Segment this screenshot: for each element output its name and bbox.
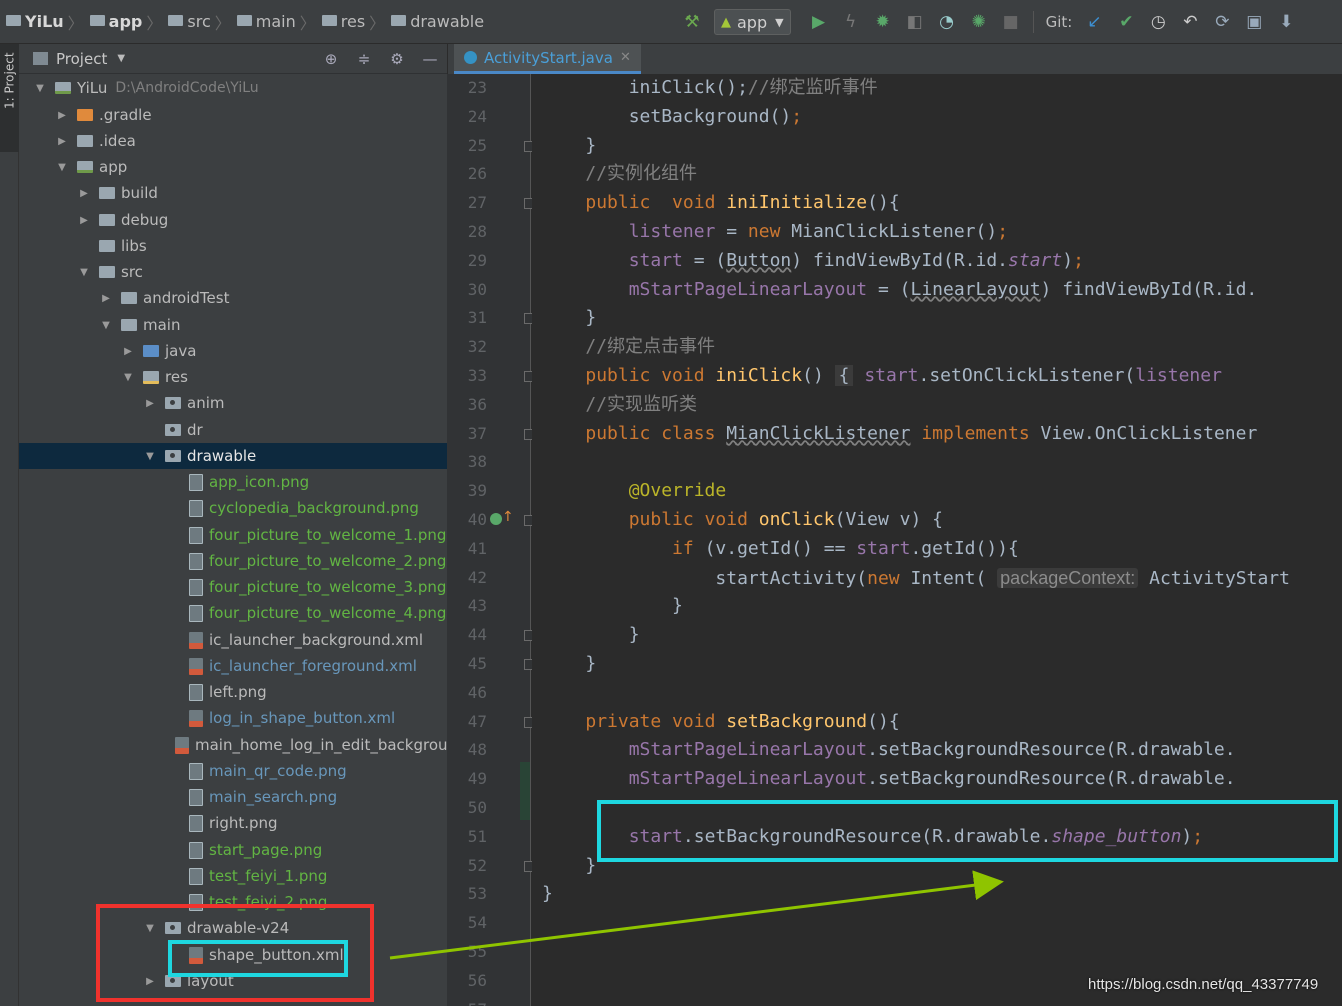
annotation-arrow <box>389 870 1004 960</box>
watermark: https://blog.csdn.net/qq_43377749 <box>1088 976 1319 993</box>
